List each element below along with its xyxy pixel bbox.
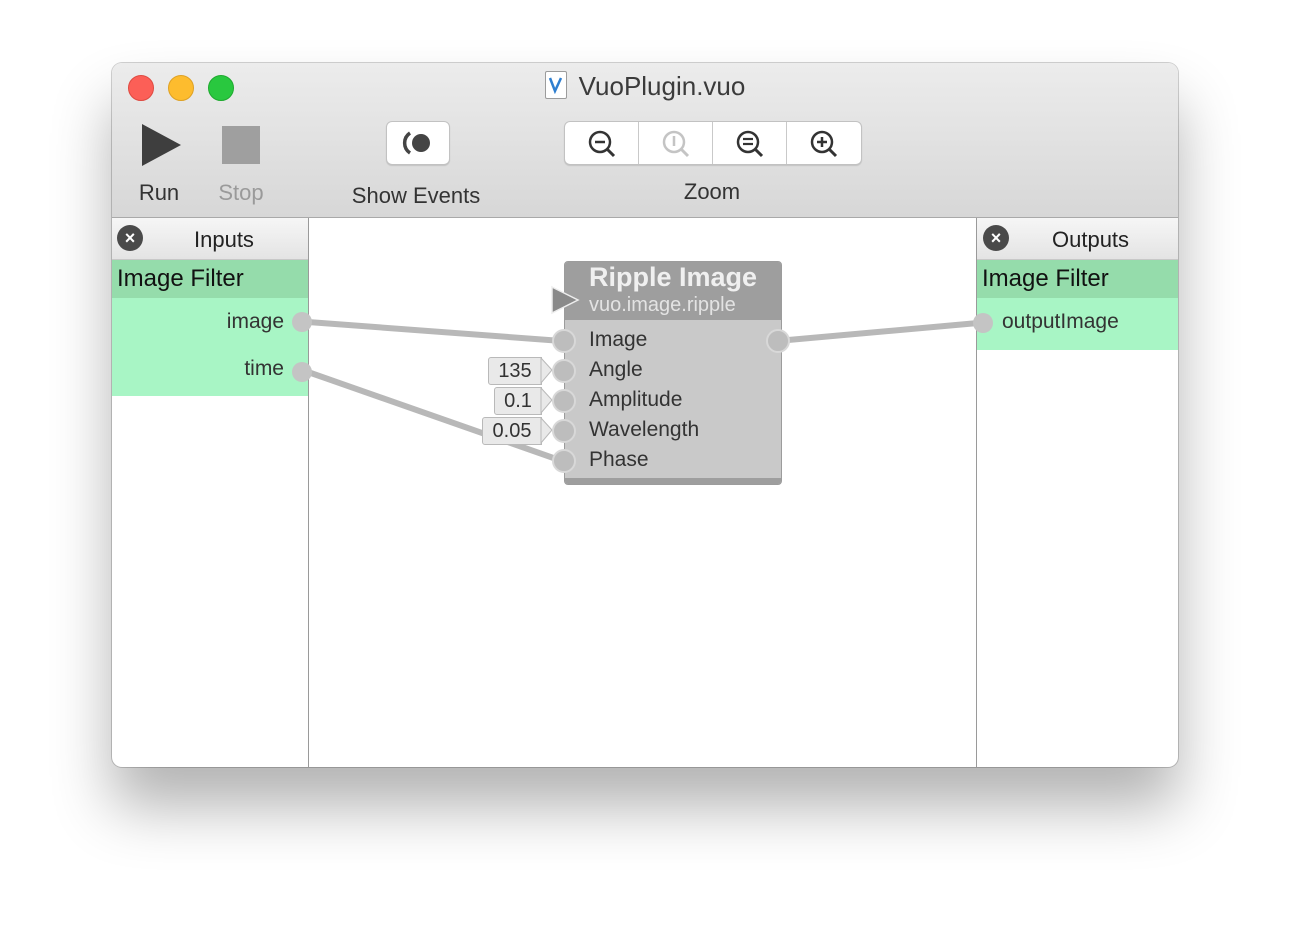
published-output-port[interactable] <box>973 313 993 333</box>
node-port-phase-label: Phase <box>589 448 649 471</box>
node-port-angle-label: Angle <box>589 358 643 381</box>
node-title: Ripple Image <box>588 262 758 292</box>
cable-output-image[interactable] <box>776 320 979 344</box>
node-footer <box>565 478 781 484</box>
wavelength-constant[interactable]: 0.05 <box>482 417 542 445</box>
amplitude-constant[interactable]: 0.1 <box>494 387 542 415</box>
node-port-image-label: Image <box>589 328 648 351</box>
ripple-image-node[interactable]: Ripple Image vuo.image.ripple Image Angl… <box>564 261 782 485</box>
node-port-amplitude-label: Amplitude <box>589 388 683 411</box>
node-header[interactable]: Ripple Image vuo.image.ripple <box>565 262 781 320</box>
node-class-name: vuo.image.ripple <box>589 294 736 316</box>
editor-window: VuoPlugin.vuo Run Stop Show Events Zoom … <box>112 63 1178 767</box>
published-input-image-port[interactable] <box>292 312 312 332</box>
node-port-wavelength-label: Wavelength <box>589 418 700 441</box>
published-input-time-port[interactable] <box>292 362 312 382</box>
angle-constant[interactable]: 135 <box>488 357 542 385</box>
cable-image-to-image[interactable] <box>307 319 563 344</box>
